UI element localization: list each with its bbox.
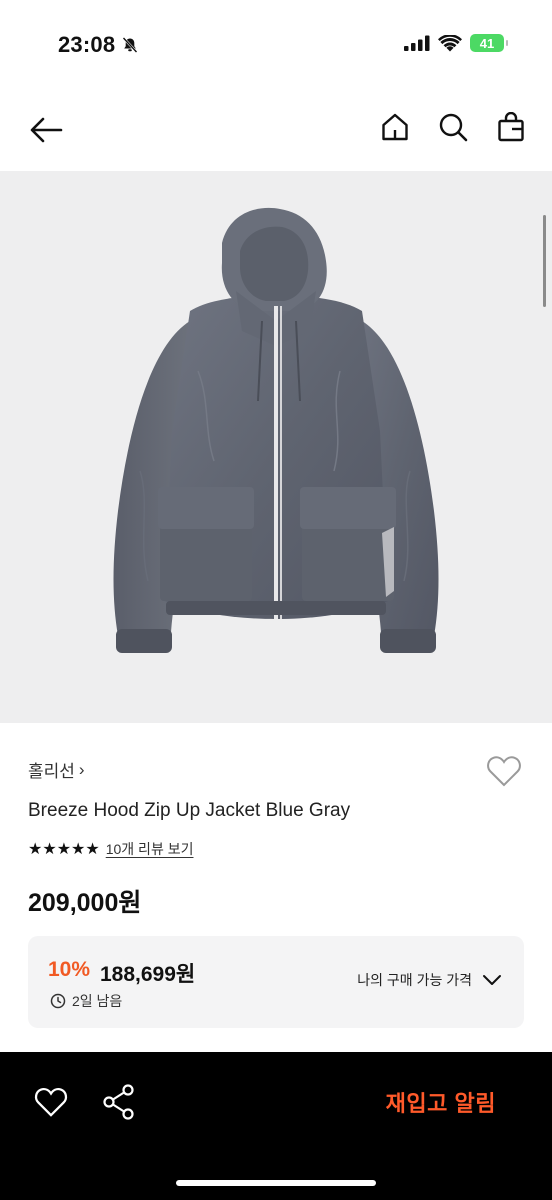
jacket-illustration: [113, 207, 439, 653]
home-icon: [382, 113, 408, 141]
brand-name: 홀리선: [28, 762, 75, 781]
home-button[interactable]: [378, 110, 412, 144]
my-price-toggle[interactable]: 나의 구매 가능 가격: [357, 970, 502, 990]
wifi-icon: [438, 34, 462, 51]
search-button[interactable]: [436, 110, 470, 144]
shopping-bag-icon: [498, 112, 524, 142]
discount-rate: 10%: [48, 958, 91, 981]
share-button[interactable]: [102, 1084, 136, 1120]
discount-price-box[interactable]: 10% 188,699원 2일 남음 나의 구매 가능 가격: [28, 936, 524, 1028]
status-time-text: 23:08: [58, 32, 116, 57]
product-price: 209,000원: [28, 889, 142, 917]
discount-price: 188,699원: [100, 963, 196, 986]
brand-link[interactable]: 홀리선 ›: [28, 757, 85, 782]
home-indicator: [176, 1180, 376, 1186]
chevron-down-icon: [483, 975, 501, 985]
status-indicators: 41: [404, 34, 508, 52]
chevron-right-icon: ›: [78, 759, 85, 779]
search-icon: [439, 113, 468, 142]
back-button[interactable]: [26, 112, 66, 148]
heart-icon: [487, 756, 521, 787]
bottom-action-bar: 재입고 알림: [0, 1052, 552, 1200]
rating-row: ★★★★★ 10개 리뷰 보기: [28, 839, 193, 859]
battery-level: 41: [479, 35, 495, 51]
battery-icon: 41: [470, 34, 508, 52]
bell-slash-icon: [122, 37, 138, 53]
back-arrow-icon: [30, 117, 63, 143]
clock-icon: [50, 993, 66, 1009]
coupon-time-left: 2일 남음: [50, 991, 122, 1011]
star-rating: ★★★★★: [28, 841, 100, 858]
cart-button[interactable]: [494, 110, 528, 144]
my-price-label: 나의 구매 가능 가격: [357, 972, 472, 988]
bottom-wishlist-button[interactable]: [34, 1086, 68, 1120]
status-time: 23:08: [58, 32, 139, 58]
wishlist-button[interactable]: [486, 754, 522, 788]
time-left-text: 2일 남음: [72, 993, 123, 1009]
share-icon: [103, 1084, 134, 1120]
status-bar: 23:08 41: [0, 0, 552, 90]
nav-bar: [0, 96, 552, 166]
image-scroll-indicator: [543, 215, 546, 307]
nav-actions: [378, 110, 528, 144]
product-title: Breeze Hood Zip Up Jacket Blue Gray: [28, 800, 351, 821]
product-image[interactable]: [0, 171, 552, 723]
cellular-signal-icon: [404, 35, 430, 51]
restock-alert-button[interactable]: 재입고 알림: [386, 1086, 496, 1118]
heart-icon: [34, 1087, 68, 1117]
review-link[interactable]: 10개 리뷰 보기: [106, 839, 194, 859]
